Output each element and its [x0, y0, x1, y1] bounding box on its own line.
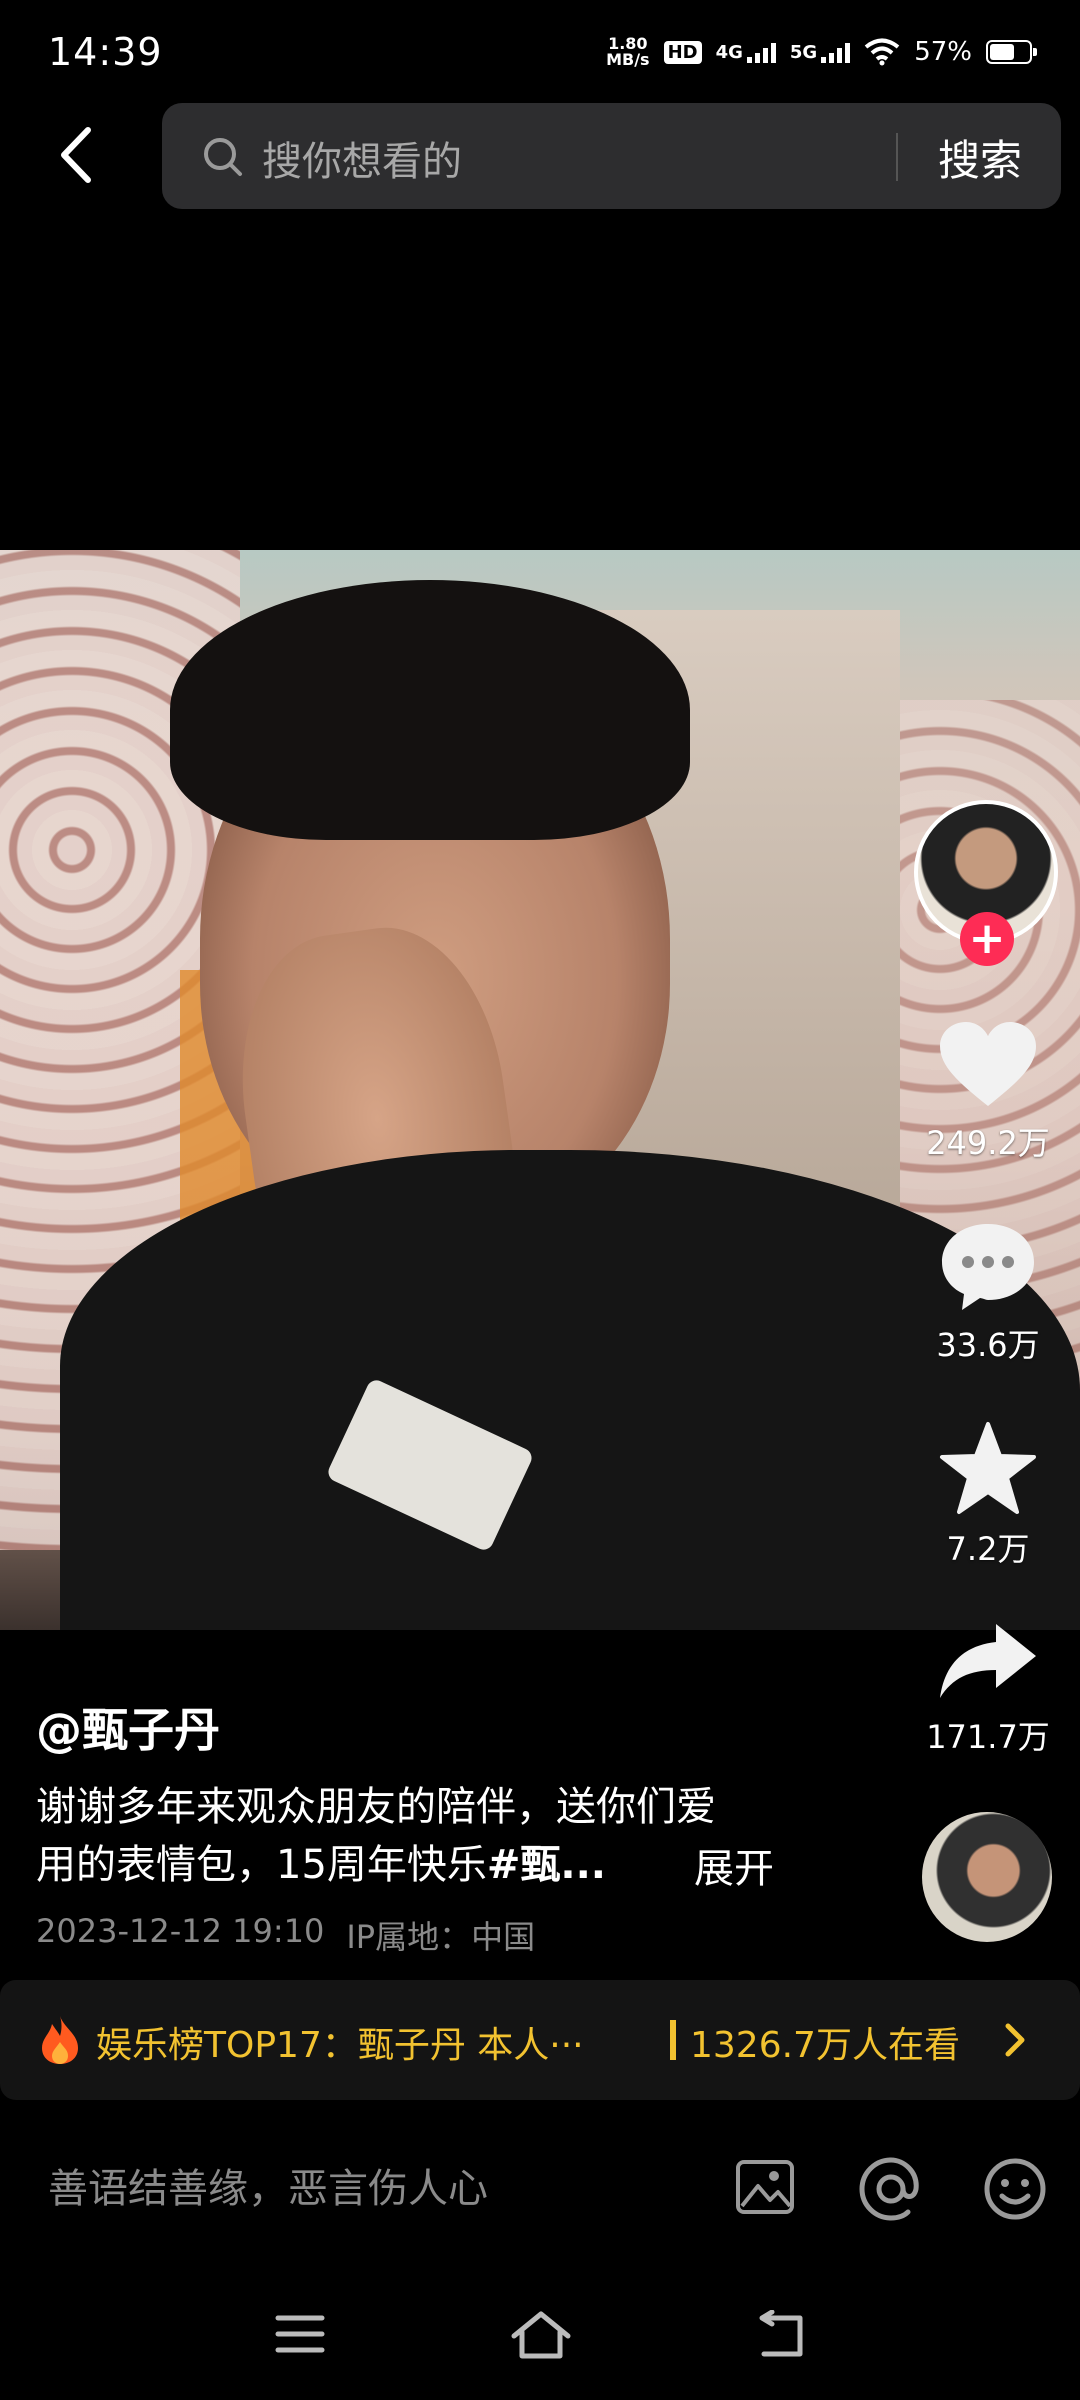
- battery-icon: [986, 40, 1037, 64]
- music-disc[interactable]: [922, 1812, 1052, 1942]
- post-datetime: 2023-12-12 19:10: [36, 1912, 325, 1950]
- signal-5g-icon: 5G: [790, 41, 851, 63]
- chevron-right-icon: [1005, 2023, 1025, 2057]
- star-icon: [940, 1422, 1036, 1514]
- share-arrow-icon: [940, 1624, 1036, 1698]
- person-hair: [170, 580, 690, 840]
- network-speed: 1.80 MB/s: [606, 34, 650, 69]
- divider: [670, 2020, 676, 2060]
- like-button[interactable]: 249.2万: [908, 1020, 1068, 1164]
- status-bar: 14:39 1.80 MB/s HD 4G 5G 57%: [0, 0, 1080, 84]
- signal-4g-icon: 4G: [716, 41, 776, 63]
- search-icon: [204, 138, 242, 176]
- viewer-count: 1326.7万人在看: [690, 2025, 960, 2066]
- search-bar[interactable]: 搜你想看的 搜索: [162, 103, 1061, 209]
- author-name[interactable]: @甄子丹: [36, 1694, 220, 1760]
- like-count: 249.2万: [926, 1124, 1050, 1162]
- fire-icon: [42, 2016, 78, 2064]
- heart-icon: [940, 1022, 1036, 1106]
- battery-percent: 57%: [914, 37, 972, 67]
- search-button[interactable]: 搜索: [938, 127, 1022, 188]
- hashtag[interactable]: #甄...: [487, 1842, 606, 1888]
- comment-button[interactable]: 33.6万: [908, 1220, 1068, 1366]
- hd-icon: HD: [663, 40, 702, 64]
- wifi-icon: [864, 38, 900, 66]
- favorite-count: 7.2万: [946, 1530, 1030, 1568]
- home-icon[interactable]: [510, 2310, 572, 2360]
- comment-count: 33.6万: [936, 1326, 1040, 1364]
- search-input[interactable]: 搜你想看的: [262, 129, 462, 187]
- divider: [896, 133, 898, 181]
- clock: 14:39: [48, 30, 163, 74]
- mention-icon[interactable]: [858, 2156, 924, 2222]
- expand-button[interactable]: 展开: [694, 1836, 774, 1894]
- back-arrow-icon[interactable]: [50, 120, 110, 190]
- back-nav-icon[interactable]: [754, 2310, 806, 2360]
- follow-button[interactable]: +: [960, 912, 1014, 966]
- hot-ranking-banner[interactable]: 娱乐榜TOP17：甄子丹 本人··· 1326.7万人在看: [0, 1980, 1080, 2100]
- menu-icon[interactable]: [274, 2310, 326, 2358]
- emoji-icon[interactable]: [982, 2156, 1048, 2222]
- comment-input[interactable]: 善语结善缘，恶言伤人心: [48, 2156, 488, 2214]
- system-icons: 1.80 MB/s HD 4G 5G 57%: [606, 32, 1037, 72]
- share-count: 171.7万: [926, 1718, 1050, 1756]
- ip-location: IP属地：中国: [346, 1918, 536, 1956]
- share-button[interactable]: 171.7万: [908, 1620, 1068, 1758]
- image-icon[interactable]: [734, 2156, 796, 2218]
- post-meta: 2023-12-12 19:10 IP属地：中国: [36, 1912, 535, 1958]
- hot-ranking-title: 娱乐榜TOP17：甄子丹 本人···: [96, 2025, 584, 2066]
- favorite-button[interactable]: 7.2万: [908, 1420, 1068, 1570]
- comment-bubble-icon: [942, 1224, 1034, 1310]
